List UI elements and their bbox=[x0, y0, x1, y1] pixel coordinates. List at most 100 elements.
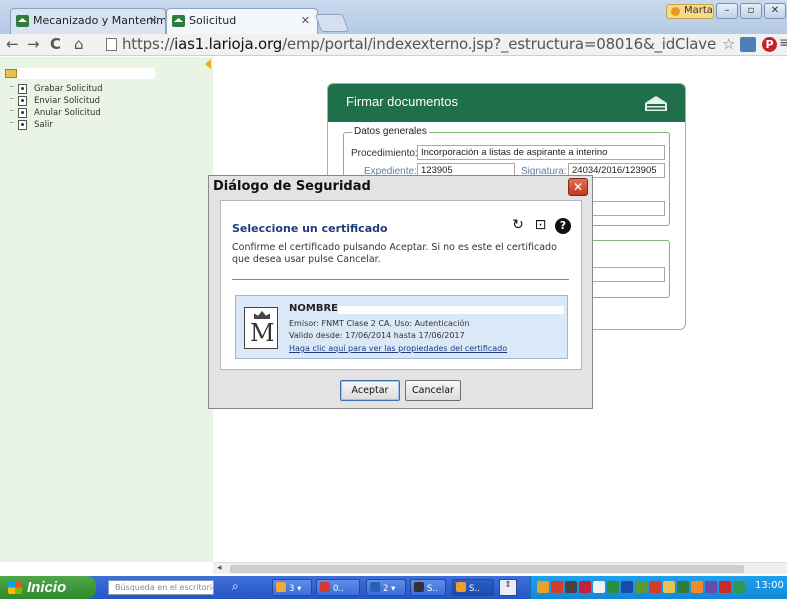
tree-line bbox=[10, 110, 14, 111]
crown-icon bbox=[254, 311, 270, 319]
reload-icon[interactable]: C bbox=[50, 35, 61, 53]
cancel-button[interactable]: Cancelar bbox=[405, 380, 461, 401]
close-window-button[interactable]: ✕ bbox=[764, 3, 786, 19]
panel-title: Firmar documentos bbox=[346, 94, 458, 109]
page-icon bbox=[106, 38, 117, 51]
taskbar-button-pdf[interactable]: 0.. bbox=[316, 579, 360, 596]
maximize-button[interactable]: ▫ bbox=[740, 3, 762, 19]
url-scheme: https:// bbox=[122, 35, 175, 53]
scrollbar-thumb[interactable] bbox=[230, 565, 744, 573]
tray-icon[interactable] bbox=[677, 581, 689, 593]
tray-icon[interactable] bbox=[663, 581, 675, 593]
dialog-instructions: Confirme el certificado pulsando Aceptar… bbox=[232, 242, 557, 265]
user-profile-badge[interactable]: Marta bbox=[666, 4, 714, 19]
tray-icon[interactable] bbox=[649, 581, 661, 593]
tray-icon[interactable] bbox=[705, 581, 717, 593]
clock[interactable]: 13:00 bbox=[755, 580, 784, 591]
import-certificate-icon[interactable]: ⊡ bbox=[533, 217, 549, 233]
dialog-close-button[interactable]: ✕ bbox=[568, 178, 588, 196]
roof-logo-icon bbox=[645, 96, 667, 111]
procedimiento-label: Procedimiento: bbox=[351, 148, 418, 159]
pdf-icon bbox=[320, 582, 330, 592]
taskbar-button-word[interactable]: 2 ▾ bbox=[366, 579, 406, 596]
taskbar-button-outlook[interactable]: 3 ▾ bbox=[272, 579, 312, 596]
pinterest-icon[interactable]: P bbox=[762, 37, 777, 52]
security-dialog: Diálogo de Seguridad ✕ Seleccione un cer… bbox=[208, 175, 593, 409]
new-tab-button[interactable] bbox=[314, 14, 350, 32]
panel-header: Firmar documentos bbox=[328, 84, 685, 122]
back-arrow-icon[interactable]: ← bbox=[6, 35, 19, 53]
tab-mecanizado[interactable]: Mecanizado y Mantenim ✕ bbox=[10, 8, 166, 34]
close-tab-icon[interactable]: ✕ bbox=[149, 14, 158, 27]
taskbar-button-label: S.. bbox=[469, 584, 480, 594]
dialog-title: Diálogo de Seguridad bbox=[213, 179, 371, 194]
tab-solicitud[interactable]: Solicitud ✕ bbox=[166, 8, 318, 34]
forward-arrow-icon[interactable]: → bbox=[27, 35, 40, 53]
taskbar-button-app[interactable]: S.. bbox=[410, 579, 446, 596]
tray-icon[interactable] bbox=[593, 581, 605, 593]
fnmt-certificate-icon: M bbox=[244, 307, 278, 349]
sidebar-item-anular[interactable]: Anular Solicitud bbox=[10, 107, 103, 119]
tray-icon[interactable] bbox=[565, 581, 577, 593]
user-icon bbox=[671, 7, 680, 16]
divider bbox=[232, 279, 569, 280]
url-host: ias1.larioja.org bbox=[174, 35, 283, 53]
refresh-icon[interactable]: ↻ bbox=[510, 217, 526, 233]
fnmt-logo-letter: M bbox=[250, 319, 275, 347]
browser-icon bbox=[456, 582, 466, 592]
tray-icon[interactable] bbox=[537, 581, 549, 593]
tab-title: Solicitud bbox=[189, 14, 237, 27]
minimize-button[interactable]: – bbox=[716, 3, 738, 19]
search-icon[interactable]: ⌕ bbox=[232, 579, 239, 594]
taskbar-button-label: 2 bbox=[383, 584, 389, 594]
tray-icon[interactable] bbox=[551, 581, 563, 593]
taskbar-button-label: S.. bbox=[427, 584, 438, 594]
url-path: /emp/portal/indexexterno.jsp?_estructura… bbox=[282, 35, 716, 53]
tree-line bbox=[10, 122, 14, 123]
user-name: Marta bbox=[684, 5, 713, 16]
tray-icon[interactable] bbox=[607, 581, 619, 593]
tray-icon[interactable] bbox=[621, 581, 633, 593]
folder-icon bbox=[5, 69, 17, 78]
sidebar-item-label: Grabar Solicitud bbox=[34, 84, 103, 94]
sidebar-item-enviar[interactable]: Enviar Solicitud bbox=[10, 95, 103, 107]
dialog-body: Seleccione un certificado ↻ ⊡ ? Confirme… bbox=[220, 200, 582, 370]
certificate-properties-link[interactable]: Haga clic aquí para ver las propiedades … bbox=[289, 344, 507, 353]
tree-line bbox=[10, 86, 14, 87]
bookmark-star-icon[interactable]: ☆ bbox=[722, 35, 735, 53]
certificate-issuer: Emisor: FNMT Clase 2 CA. Uso: Autenticac… bbox=[289, 319, 470, 328]
sidebar: Grabar Solicitud Enviar Solicitud Anular… bbox=[0, 57, 213, 562]
app-icon bbox=[414, 582, 424, 592]
accept-button[interactable]: Aceptar bbox=[340, 380, 400, 401]
sidebar-item-label: Enviar Solicitud bbox=[34, 96, 101, 106]
page-icon bbox=[18, 108, 27, 118]
address-bar: ← → C ⌂ https://ias1.larioja.org/emp/por… bbox=[0, 34, 787, 56]
help-icon[interactable]: ? bbox=[555, 218, 571, 234]
start-button[interactable]: Inicio bbox=[0, 576, 96, 599]
procedimiento-field[interactable]: Incorporación a listas de aspirante a in… bbox=[417, 145, 665, 160]
tray-icon[interactable] bbox=[635, 581, 647, 593]
outlook-icon bbox=[276, 582, 286, 592]
tray-icon[interactable] bbox=[691, 581, 703, 593]
desktop-search-input[interactable]: Búsqueda en el escritorio bbox=[108, 580, 214, 595]
collapse-arrow-icon[interactable] bbox=[205, 59, 211, 69]
home-icon[interactable]: ⌂ bbox=[74, 35, 84, 53]
menu-icon[interactable]: ≡ bbox=[779, 35, 787, 51]
horizontal-scrollbar[interactable]: ◂ bbox=[213, 562, 787, 574]
taskbar-button-browser[interactable]: S.. bbox=[452, 579, 494, 596]
tray-icon[interactable] bbox=[719, 581, 731, 593]
close-tab-icon[interactable]: ✕ bbox=[301, 14, 310, 27]
sidebar-item-label: Anular Solicitud bbox=[34, 108, 101, 118]
taskbar-button-label: 3 bbox=[289, 584, 295, 594]
extension-icon[interactable] bbox=[740, 37, 756, 52]
url-field[interactable]: https://ias1.larioja.org/emp/portal/inde… bbox=[104, 34, 716, 55]
sidebar-item-salir[interactable]: Salir bbox=[10, 119, 103, 131]
system-tray bbox=[530, 576, 787, 599]
certificate-item[interactable]: M NOMBRE Emisor: FNMT Clase 2 CA. Uso: A… bbox=[235, 295, 568, 359]
tray-icon[interactable] bbox=[579, 581, 591, 593]
tray-icon[interactable] bbox=[733, 581, 745, 593]
windows-logo-icon bbox=[8, 581, 22, 594]
sidebar-item-grabar[interactable]: Grabar Solicitud bbox=[10, 83, 103, 95]
scroll-left-icon[interactable]: ◂ bbox=[217, 563, 222, 573]
taskbar-scroll-button[interactable]: ⇕ bbox=[499, 579, 517, 596]
